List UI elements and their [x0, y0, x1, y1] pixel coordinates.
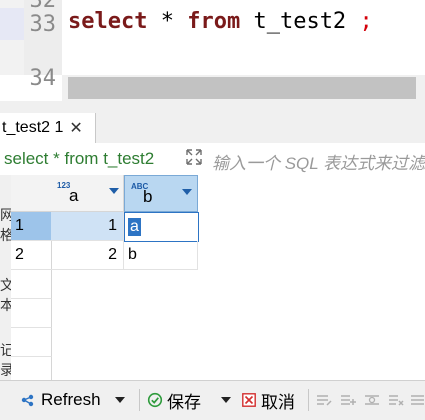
vertical-tab-record[interactable]: 记录 — [0, 340, 11, 380]
code-star: * — [147, 9, 188, 34]
chevron-down-icon — [115, 397, 125, 403]
table-cell[interactable]: 1 — [51, 212, 124, 241]
vertical-tab-text[interactable]: 文本 — [0, 275, 11, 315]
column-name: b — [143, 187, 153, 206]
keyword-from: from — [187, 9, 241, 34]
results-toolbar: Refresh 保存 取消 — [0, 380, 425, 420]
sort-arrow-icon[interactable] — [182, 189, 192, 195]
column-name: a — [69, 186, 79, 205]
add-row-icon — [341, 395, 356, 405]
refresh-label: Refresh — [41, 390, 101, 409]
line-number-gutter: 32 33 34 — [24, 0, 62, 91]
delete-row-button[interactable] — [388, 388, 404, 412]
empty-row — [11, 357, 52, 380]
query-text: select * from t_test2 — [4, 149, 155, 168]
code-line-33[interactable]: select * from t_test2 ; — [68, 9, 373, 34]
expand-icon[interactable] — [186, 149, 204, 167]
toolbar-divider — [308, 389, 309, 411]
row-number[interactable]: 1 — [11, 212, 52, 241]
grid-corner[interactable] — [11, 175, 52, 212]
line-number: 33 — [29, 12, 57, 37]
toolbar-divider — [139, 389, 140, 411]
edit-row-icon — [317, 395, 332, 406]
sort-arrow-icon[interactable] — [109, 188, 119, 194]
sql-editor[interactable]: 32 33 34 select * from t_test2 ; — [0, 0, 425, 91]
chevron-down-icon — [221, 397, 231, 403]
save-dropdown[interactable] — [221, 388, 231, 412]
refresh-button[interactable]: Refresh — [20, 388, 101, 412]
column-header-b[interactable]: ABC b — [124, 175, 198, 212]
more-button[interactable] — [410, 388, 424, 412]
filter-input[interactable]: 输入一个 SQL 表达式来过滤 — [212, 149, 425, 174]
column-header-a[interactable]: 123 a — [51, 175, 124, 212]
add-row-button[interactable] — [340, 388, 356, 412]
results-tabbar: t_test2 1 ✕ — [0, 111, 425, 144]
empty-row — [11, 299, 52, 328]
more-icon — [411, 395, 424, 405]
empty-row — [11, 270, 52, 299]
edit-row-button[interactable] — [316, 388, 332, 412]
tab-t-test2-1[interactable]: t_test2 1 ✕ — [0, 113, 96, 143]
save-button[interactable]: 保存 — [147, 388, 201, 412]
copy-row-icon — [365, 395, 379, 405]
code-semicolon: ; — [359, 9, 373, 34]
row-number[interactable]: 2 — [11, 241, 52, 270]
code-area[interactable]: select * from t_test2 ; — [62, 0, 425, 75]
cancel-label: 取消 — [261, 392, 295, 412]
table-cell-focused[interactable]: a — [124, 212, 199, 242]
cancel-icon — [242, 393, 256, 407]
table-cell[interactable]: b — [124, 241, 198, 270]
refresh-dropdown[interactable] — [115, 388, 125, 412]
line-number: 34 — [29, 66, 57, 91]
save-label: 保存 — [167, 392, 201, 412]
cancel-button[interactable]: 取消 — [242, 388, 295, 412]
code-table-name: t_test2 — [240, 9, 360, 34]
copy-row-button[interactable] — [364, 388, 380, 412]
vertical-tab-grid[interactable]: 网格 — [0, 205, 11, 245]
empty-row — [11, 328, 52, 357]
scrollbar-thumb[interactable] — [68, 77, 416, 99]
editor-left-gutter — [0, 0, 24, 75]
results-grid[interactable]: 123 a ABC b 1 1 a 2 2 b — [11, 175, 425, 380]
filter-row: select * from t_test2 输入一个 SQL 表达式来过滤 — [0, 143, 425, 176]
refresh-icon — [21, 394, 34, 407]
tab-label: t_test2 1 — [2, 119, 64, 136]
close-icon[interactable]: ✕ — [69, 118, 82, 138]
check-circle-icon — [147, 392, 163, 408]
editor-horizontal-scrollbar[interactable] — [62, 75, 425, 101]
delete-row-icon — [389, 395, 404, 406]
panel-divider[interactable] — [0, 101, 425, 111]
table-cell[interactable]: 2 — [51, 241, 124, 270]
keyword-select: select — [68, 9, 148, 34]
